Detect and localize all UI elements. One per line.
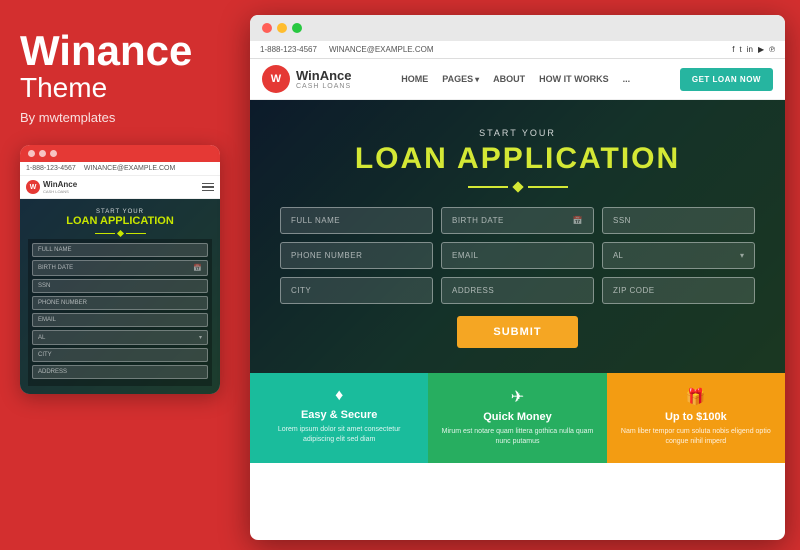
mobile-hero: START YOUR LOAN APPLICATION FULL NAME BI… <box>20 199 220 394</box>
nav-home[interactable]: HOME <box>401 74 428 84</box>
card-easy-secure: ♦ Easy & Secure Lorem ipsum dolor sit am… <box>250 373 428 463</box>
mobile-input-ssn[interactable]: SSN <box>32 279 208 293</box>
mobile-preview: 1-888-123-4567 WINANCE@EXAMPLE.COM W Win… <box>20 145 220 394</box>
browser-email: WINANCE@EXAMPLE.COM <box>329 45 434 54</box>
card-upto-100k: 🎁 Up to $100k Nam liber tempor cum solut… <box>607 373 785 463</box>
mobile-input-phone[interactable]: PHONE NUMBER <box>32 296 208 310</box>
form-row-2: PHONE NUMBER EMAIL AL ▾ <box>280 242 755 269</box>
submit-row: SUBMIT <box>280 316 755 348</box>
hero-divider-line-left <box>468 186 508 188</box>
mobile-select-state[interactable]: AL▾ <box>32 330 208 345</box>
input-phone[interactable]: PHONE NUMBER <box>280 242 433 269</box>
browser-topbar <box>250 15 785 41</box>
secure-icon: ♦ <box>262 387 416 405</box>
browser-social-icons: f t in ▶ ℗ <box>732 45 775 54</box>
mobile-nav: W WinAnce CASH LOANS <box>20 176 220 199</box>
mobile-hamburger-icon[interactable] <box>202 183 214 192</box>
hero-divider-diamond <box>512 181 523 192</box>
nav-howitworks[interactable]: HOW IT WORKS <box>539 74 609 84</box>
browser-dot-maximize[interactable] <box>292 23 302 33</box>
mobile-divider-line-right <box>126 233 146 234</box>
nav-logo-area: W WinAnce CASH LOANS <box>262 65 352 93</box>
mobile-address-bar: 1-888-123-4567 WINANCE@EXAMPLE.COM <box>20 162 220 176</box>
mobile-divider-diamond <box>116 230 123 237</box>
mobile-input-birthdate[interactable]: BIRTH DATE📅 <box>32 260 208 276</box>
nav-more[interactable]: ... <box>623 74 631 84</box>
hero-divider-line-right <box>528 186 568 188</box>
card-title-1: Quick Money <box>440 411 594 423</box>
card-text-0: Lorem ipsum dolor sit amet consectetur a… <box>262 425 416 445</box>
card-text-1: Mirum est notare quam littera gothica nu… <box>440 427 594 447</box>
mobile-input-address[interactable]: ADDRESS <box>32 365 208 379</box>
twitter-icon[interactable]: t <box>739 45 741 54</box>
nav-logo-sub: CASH LOANS <box>296 83 352 90</box>
mobile-email: WINANCE@EXAMPLE.COM <box>84 165 176 172</box>
nav-links: HOME PAGES ABOUT HOW IT WORKS ... <box>401 74 630 84</box>
input-address[interactable]: ADDRESS <box>441 277 594 304</box>
gift-icon: 🎁 <box>619 387 773 407</box>
card-title-0: Easy & Secure <box>262 409 416 421</box>
mobile-input-city[interactable]: CITY <box>32 348 208 362</box>
mobile-logo-text-wrap: WinAnce CASH LOANS <box>43 180 77 194</box>
browser-nav: W WinAnce CASH LOANS HOME PAGES ABOUT HO… <box>250 59 785 100</box>
mobile-dot-2 <box>39 150 46 157</box>
browser-dot-minimize[interactable] <box>277 23 287 33</box>
left-panel: Winance Theme By mwtemplates 1-888-123-4… <box>20 30 230 394</box>
browser-address-bar: 1-888-123-4567 WINANCE@EXAMPLE.COM f t i… <box>250 41 785 59</box>
youtube-icon[interactable]: ▶ <box>758 45 764 54</box>
brand-title: Winance <box>20 30 230 72</box>
select-state[interactable]: AL ▾ <box>602 242 755 269</box>
form-row-1: FULL NAME BIRTH DATE 📅 SSN <box>280 207 755 234</box>
mobile-dot-3 <box>50 150 57 157</box>
card-text-2: Nam liber tempor cum soluta nobis eligen… <box>619 427 773 447</box>
mobile-dot-1 <box>28 150 35 157</box>
input-zipcode[interactable]: ZIP CODE <box>602 277 755 304</box>
mobile-divider <box>28 231 212 236</box>
nav-logo-icon: W <box>262 65 290 93</box>
brand-subtitle: Theme <box>20 72 230 104</box>
money-icon: ✈ <box>440 387 594 407</box>
brand-by: By mwtemplates <box>20 110 230 125</box>
browser-dot-close[interactable] <box>262 23 272 33</box>
browser-address-left: 1-888-123-4567 WINANCE@EXAMPLE.COM <box>260 45 434 54</box>
card-title-2: Up to $100k <box>619 411 773 423</box>
mobile-form: FULL NAME BIRTH DATE📅 SSN PHONE NUMBER E… <box>28 239 212 386</box>
hero-start-text: START YOUR <box>280 128 755 138</box>
mobile-input-email[interactable]: EMAIL <box>32 313 208 327</box>
mobile-phone: 1-888-123-4567 <box>26 165 76 172</box>
facebook-icon[interactable]: f <box>732 45 734 54</box>
mobile-logo-icon: W <box>26 180 40 194</box>
hero-title: LOAN APPLICATION <box>280 142 755 175</box>
mobile-logo-area: W WinAnce CASH LOANS <box>26 180 77 194</box>
hero-divider <box>280 183 755 191</box>
nav-pages[interactable]: PAGES <box>442 74 479 84</box>
input-city[interactable]: CITY <box>280 277 433 304</box>
mobile-logo-sub: CASH LOANS <box>43 189 77 194</box>
nav-logo-text-wrap: WinAnce CASH LOANS <box>296 68 352 90</box>
calendar-icon: 📅 <box>573 216 583 225</box>
hero-section: START YOUR LOAN APPLICATION FULL NAME BI… <box>250 100 785 373</box>
input-email[interactable]: EMAIL <box>441 242 594 269</box>
mobile-topbar <box>20 145 220 162</box>
input-ssn[interactable]: SSN <box>602 207 755 234</box>
mobile-hero-title: LOAN APPLICATION <box>28 215 212 228</box>
mobile-address-left: 1-888-123-4567 WINANCE@EXAMPLE.COM <box>26 165 175 172</box>
mobile-input-fullname[interactable]: FULL NAME <box>32 243 208 257</box>
main-browser: 1-888-123-4567 WINANCE@EXAMPLE.COM f t i… <box>250 15 785 540</box>
bottom-cards: ♦ Easy & Secure Lorem ipsum dolor sit am… <box>250 373 785 463</box>
card-quick-money: ✈ Quick Money Mirum est notare quam litt… <box>428 373 606 463</box>
mobile-logo-name: WinAnce <box>43 180 77 189</box>
get-loan-button[interactable]: GET LOAN NOW <box>680 68 773 91</box>
input-fullname[interactable]: FULL NAME <box>280 207 433 234</box>
linkedin-icon[interactable]: in <box>747 45 753 54</box>
form-row-3: CITY ADDRESS ZIP CODE <box>280 277 755 304</box>
chevron-down-icon: ▾ <box>740 251 744 260</box>
submit-button[interactable]: SUBMIT <box>457 316 577 348</box>
nav-about[interactable]: ABOUT <box>493 74 525 84</box>
pinterest-icon[interactable]: ℗ <box>769 45 775 54</box>
nav-logo-name: WinAnce <box>296 68 352 83</box>
mobile-divider-line-left <box>95 233 115 234</box>
input-birthdate[interactable]: BIRTH DATE 📅 <box>441 207 594 234</box>
browser-phone: 1-888-123-4567 <box>260 45 317 54</box>
